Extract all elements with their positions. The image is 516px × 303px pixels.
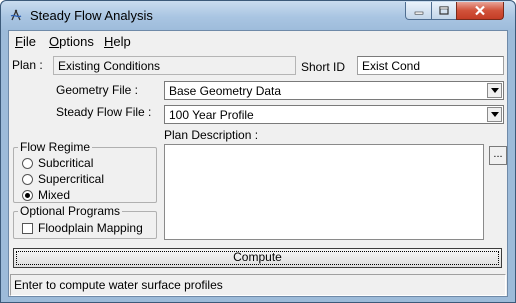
maximize-button[interactable]: [431, 2, 457, 20]
close-button[interactable]: [456, 2, 504, 20]
chevron-down-icon: [490, 112, 499, 117]
description-browse-button[interactable]: ...: [489, 146, 507, 165]
radio-supercritical-indicator[interactable]: [22, 173, 33, 185]
geometry-file-label: Geometry File :: [56, 83, 139, 97]
plan-title-field[interactable]: Existing Conditions: [53, 56, 296, 75]
plan-description-textarea[interactable]: [164, 144, 484, 240]
status-bar: Enter to compute water surface profiles: [10, 274, 506, 296]
radio-mixed-label: Mixed: [38, 188, 71, 202]
flow-regime-title: Flow Regime: [18, 140, 93, 154]
menu-help[interactable]: Help: [104, 34, 131, 49]
radio-subcritical-label: Subcritical: [38, 156, 94, 170]
menu-file[interactable]: File: [15, 34, 36, 49]
floodplain-mapping-label: Floodplain Mapping: [38, 221, 143, 235]
menu-help-accel: H: [104, 34, 114, 49]
steady-flow-analysis-window: Steady Flow Analysis File Options Help P…: [0, 0, 516, 303]
short-id-field[interactable]: Exist Cond: [357, 56, 504, 75]
plan-label: Plan :: [12, 58, 43, 72]
menu-options-accel: O: [49, 34, 60, 49]
compute-button[interactable]: Compute: [13, 248, 502, 268]
menu-file-accel: F: [15, 34, 23, 49]
minimize-button[interactable]: [405, 2, 432, 20]
steady-flow-file-value: 100 Year Profile: [169, 108, 254, 122]
focus-rect: [16, 251, 499, 265]
floodplain-mapping-checkbox[interactable]: [22, 222, 33, 234]
radio-subcritical[interactable]: Subcritical: [22, 156, 93, 170]
flow-regime-group: Flow Regime Subcritical Supercritical Mi…: [13, 140, 157, 203]
steady-flow-dropdown-arrow[interactable]: [487, 107, 502, 122]
client-area: File Options Help Plan : Existing Condit…: [8, 30, 508, 297]
close-icon: [475, 5, 485, 16]
menu-options[interactable]: Options: [49, 34, 94, 49]
optional-programs-title: Optional Programs: [18, 204, 123, 218]
steady-flow-file-label: Steady Flow File :: [56, 105, 152, 119]
checkbox-floodplain-mapping[interactable]: Floodplain Mapping: [22, 221, 143, 235]
geometry-dropdown-arrow[interactable]: [487, 83, 502, 98]
chevron-down-icon: [490, 88, 499, 93]
geometry-file-select[interactable]: Base Geometry Data: [164, 81, 504, 100]
menu-bar: File Options Help: [9, 31, 507, 51]
radio-supercritical-label: Supercritical: [38, 172, 105, 186]
window-title: Steady Flow Analysis: [30, 8, 153, 23]
radio-subcritical-indicator[interactable]: [22, 157, 33, 169]
plan-description-label: Plan Description :: [164, 128, 259, 142]
menu-options-label: ptions: [59, 34, 94, 49]
menu-help-label: elp: [113, 34, 131, 49]
radio-mixed-indicator[interactable]: [22, 189, 33, 201]
steady-flow-file-select[interactable]: 100 Year Profile: [164, 105, 504, 124]
maximize-icon: [439, 6, 449, 15]
menu-file-label: ile: [22, 34, 36, 49]
hec-ras-app-icon: [10, 9, 22, 21]
radio-supercritical[interactable]: Supercritical: [22, 172, 104, 186]
geometry-file-value: Base Geometry Data: [169, 84, 282, 98]
title-bar[interactable]: Steady Flow Analysis: [1, 1, 515, 30]
radio-mixed[interactable]: Mixed: [22, 188, 70, 202]
minimize-icon: [414, 11, 423, 15]
short-id-label: Short ID: [301, 60, 346, 74]
optional-programs-group: Optional Programs Floodplain Mapping: [13, 204, 157, 239]
